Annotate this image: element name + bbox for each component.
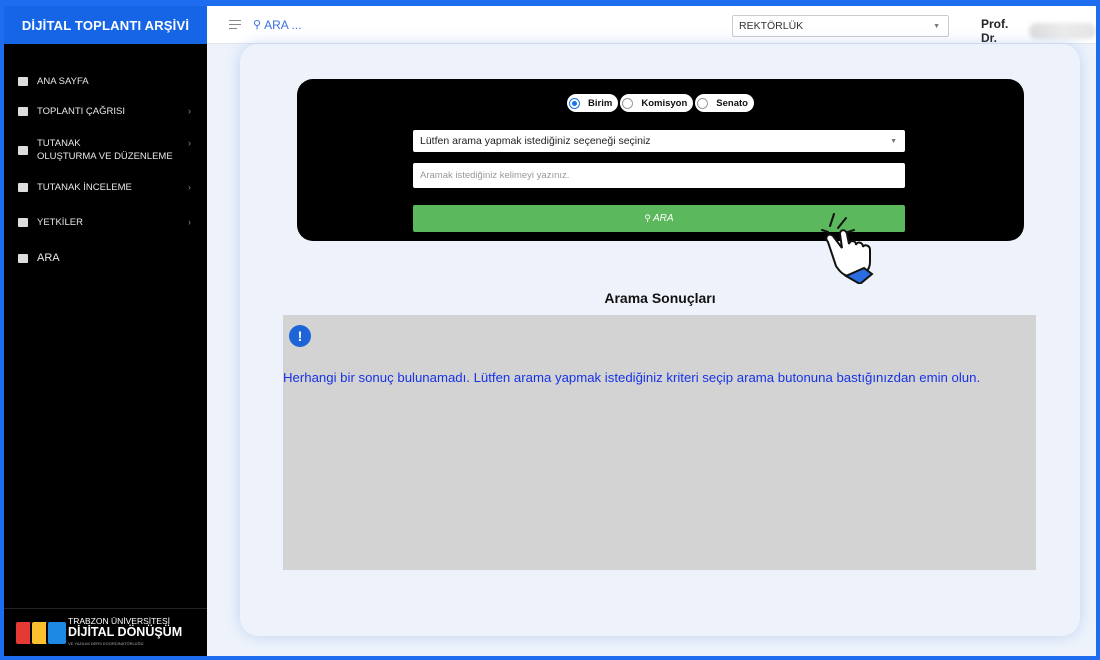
radio-unchecked-icon <box>622 97 634 109</box>
edit-document-icon <box>18 145 28 155</box>
results-title: Arama Sonuçları <box>604 290 716 306</box>
sidebar-item-minutes-create[interactable]: TUTANAK OLUŞTURMA VE DÜZENLEME › <box>4 130 207 170</box>
radio-label: Birim <box>588 97 613 109</box>
search-list-icon <box>18 253 28 263</box>
unit-select-value: REKTÖRLÜK <box>739 20 804 32</box>
id-card-icon <box>18 106 28 116</box>
search-panel: Birim Komisyon Senato Lütfen arama yapma… <box>297 79 1024 241</box>
no-results-message: Herhangi bir sonuç bulunamadı. Lütfen ar… <box>283 370 981 385</box>
radio-komisyon[interactable]: Komisyon <box>620 94 694 112</box>
sidebar-nav: ANA SAYFA TOPLANTI ÇAĞRISI › TUTANAK OLU… <box>4 70 207 276</box>
chevron-right-icon: › <box>188 106 191 116</box>
results-panel: ! Herhangi bir sonuç bulunamadı. Lütfen … <box>283 315 1036 570</box>
sidebar-item-label: TOPLANTI ÇAĞRISI <box>37 105 125 117</box>
top-bar: ⚲ ARA ... REKTÖRLÜK ▼ Prof. Dr. <box>207 6 1096 45</box>
user-name[interactable]: Prof. Dr. <box>981 17 1096 45</box>
sidebar-item-label: ARA <box>37 252 60 264</box>
sidebar-item-label-line1: TUTANAK <box>37 138 81 149</box>
sidebar-item-label-line2: OLUŞTURMA VE DÜZENLEME <box>37 151 173 162</box>
id-card-icon <box>18 217 28 227</box>
radio-checked-icon <box>569 97 581 109</box>
app-title[interactable]: DİJİTAL TOPLANTI ARŞİVİ <box>4 6 207 44</box>
document-icon <box>18 182 28 192</box>
top-search[interactable]: ⚲ ARA ... <box>253 18 301 32</box>
search-type-radios: Birim Komisyon Senato <box>297 94 1024 112</box>
sidebar-item-minutes-review[interactable]: TUTANAK İNCELEME › <box>4 170 207 204</box>
search-icon: ⚲ <box>644 213 652 223</box>
sidebar-item-meeting-call[interactable]: TOPLANTI ÇAĞRISI › <box>4 92 207 130</box>
radio-label: Komisyon <box>641 97 688 109</box>
grid-icon <box>18 76 28 86</box>
sidebar-item-label: TUTANAK İNCELEME <box>37 181 132 193</box>
search-button-label: ARA <box>653 213 674 224</box>
search-icon: ⚲ <box>253 19 262 31</box>
sidebar-item-label: TUTANAK OLUŞTURMA VE DÜZENLEME <box>37 137 173 163</box>
redacted-name <box>1028 23 1096 39</box>
sidebar-item-permissions[interactable]: YETKİLER › <box>4 204 207 240</box>
search-option-value: Lütfen arama yapmak istediğiniz seçeneği… <box>420 135 651 147</box>
logo-mark-icon <box>14 619 68 646</box>
organization-logo: TRABZON ÜNİVERSİTESİ DİJİTAL DÖNÜŞÜM VE … <box>4 608 207 656</box>
hand-pointer-cursor-icon <box>821 213 874 284</box>
user-title: Prof. Dr. <box>981 17 1009 45</box>
top-search-text: ARA ... <box>264 17 302 32</box>
dropdown-arrow-icon: ▼ <box>933 22 940 30</box>
content-card: Birim Komisyon Senato Lütfen arama yapma… <box>240 44 1080 636</box>
sidebar-item-label: ANA SAYFA <box>37 75 89 87</box>
app-window: DİJİTAL TOPLANTI ARŞİVİ ANA SAYFA TOPLAN… <box>4 6 1096 656</box>
search-option-select[interactable]: Lütfen arama yapmak istediğiniz seçeneği… <box>413 130 905 152</box>
menu-toggle-icon[interactable] <box>229 17 241 32</box>
chevron-right-icon: › <box>188 182 191 192</box>
sidebar: DİJİTAL TOPLANTI ARŞİVİ ANA SAYFA TOPLAN… <box>4 6 207 656</box>
logo-text: TRABZON ÜNİVERSİTESİ DİJİTAL DÖNÜŞÜM VE … <box>68 616 182 649</box>
sidebar-item-search[interactable]: ARA <box>4 240 207 276</box>
sidebar-item-home[interactable]: ANA SAYFA <box>4 70 207 92</box>
radio-label: Senato <box>716 97 748 109</box>
logo-line2: DİJİTAL DÖNÜŞÜM <box>68 625 183 639</box>
radio-birim[interactable]: Birim <box>567 94 619 112</box>
dropdown-arrow-icon: ▼ <box>890 137 897 145</box>
chevron-right-icon: › <box>188 138 191 148</box>
logo-line3: VE YAZILIM DERS KOORDİNATÖRLÜĞÜ <box>68 641 144 646</box>
sidebar-item-label: YETKİLER <box>37 216 83 228</box>
unit-select[interactable]: REKTÖRLÜK ▼ <box>732 15 949 37</box>
chevron-right-icon: › <box>188 217 191 227</box>
radio-senato[interactable]: Senato <box>695 94 754 112</box>
keyword-input[interactable] <box>413 163 905 188</box>
radio-unchecked-icon <box>697 97 709 109</box>
info-alert-icon: ! <box>289 325 311 347</box>
